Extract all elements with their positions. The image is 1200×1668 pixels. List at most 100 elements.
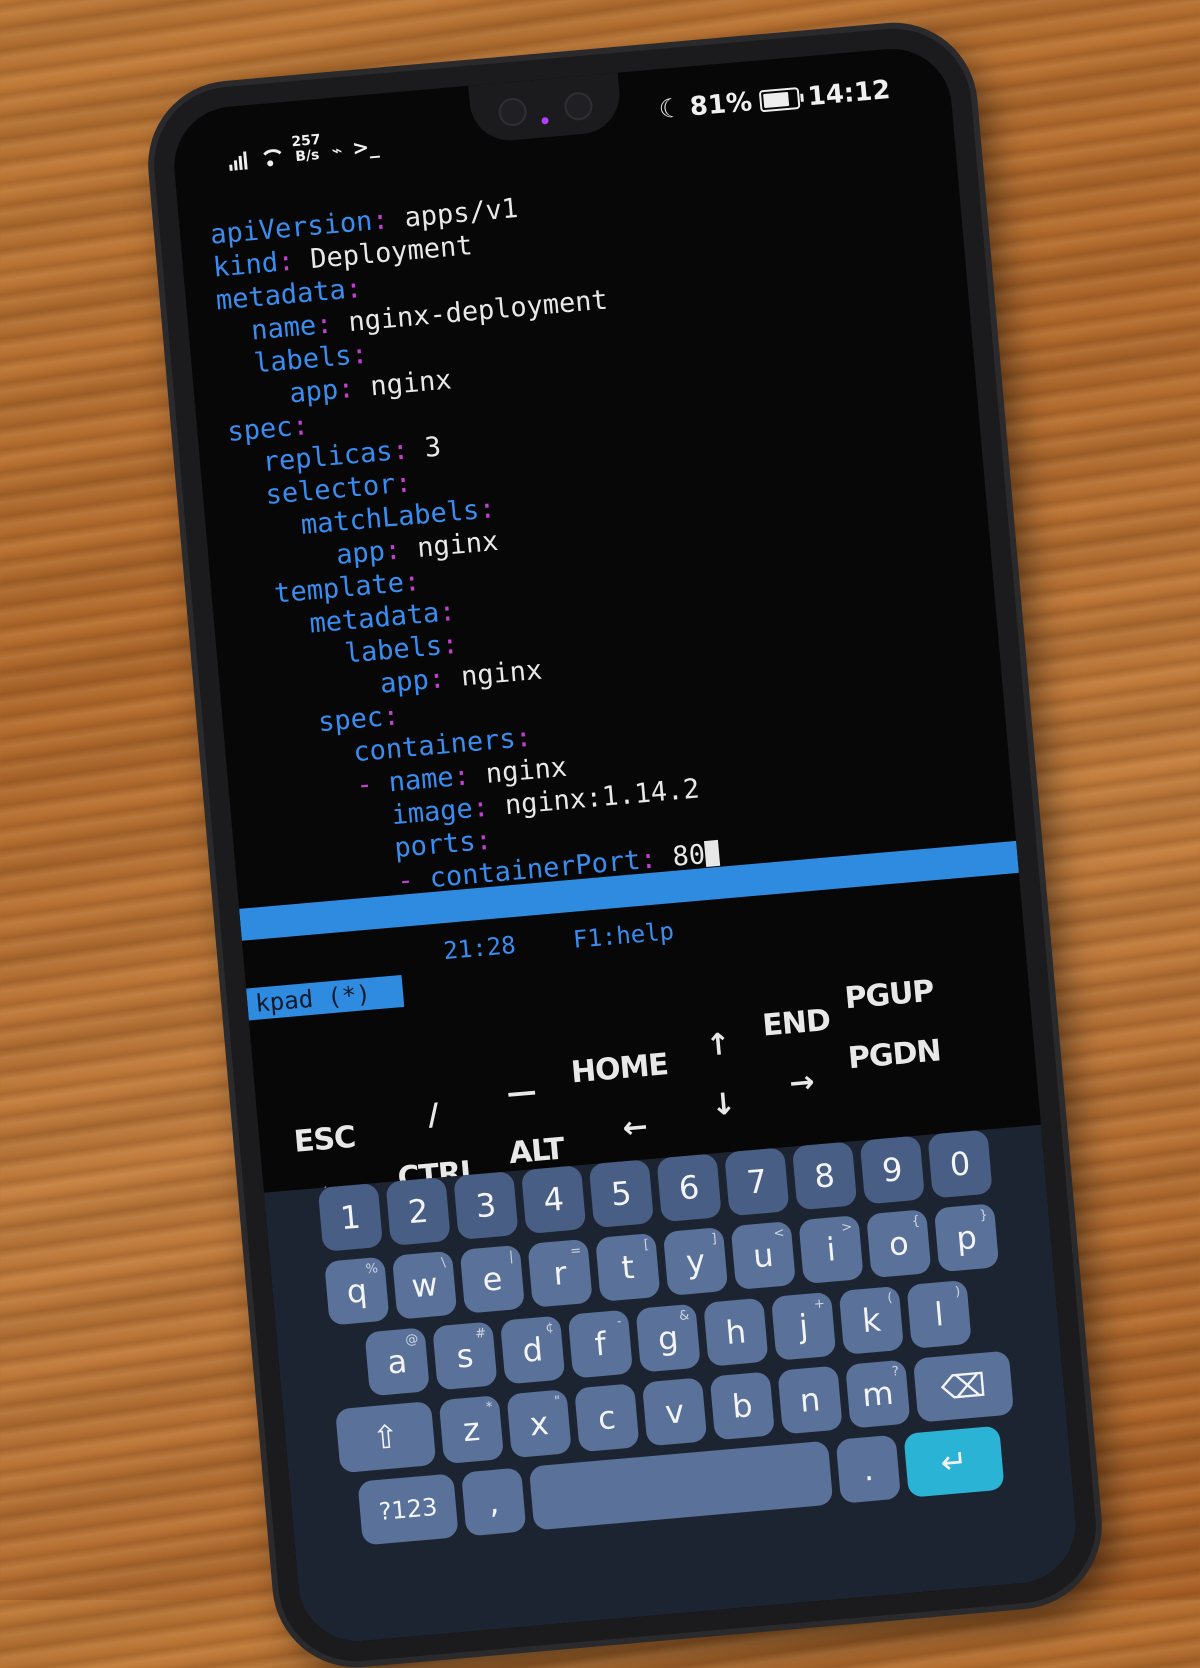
letter-key[interactable]: q% — [324, 1256, 390, 1326]
pgup-key[interactable]: PGUP — [828, 972, 951, 1017]
key-label: l — [933, 1295, 946, 1334]
letter-key[interactable]: h — [703, 1297, 769, 1367]
key-alt-symbol: ¢ — [544, 1320, 555, 1336]
key-alt-symbol: ? — [891, 1364, 900, 1380]
key-label: v — [663, 1392, 686, 1432]
key-label: 8 — [812, 1156, 837, 1196]
letter-key[interactable]: w \ — [391, 1250, 458, 1320]
key-label: b — [730, 1386, 755, 1426]
esc-key[interactable]: ESC — [268, 1118, 381, 1162]
yaml-colon: : — [381, 700, 401, 733]
letter-key[interactable]: g & — [635, 1303, 701, 1373]
key-alt-symbol: ] — [710, 1231, 718, 1247]
number-key[interactable]: 5 — [588, 1159, 655, 1229]
key-label: g — [656, 1318, 680, 1358]
letter-key[interactable]: v — [641, 1377, 708, 1447]
letter-key[interactable]: e | — [459, 1244, 526, 1314]
key-label: u — [751, 1235, 776, 1276]
letter-key[interactable]: o{ — [866, 1209, 932, 1279]
number-key[interactable]: 3 — [453, 1171, 519, 1240]
letter-key[interactable]: b — [709, 1371, 776, 1441]
symbols-key[interactable]: ?123 — [357, 1473, 459, 1546]
key-alt-symbol: = — [569, 1243, 582, 1260]
yaml-key: spec — [316, 701, 385, 739]
letter-key[interactable]: s # — [432, 1321, 498, 1391]
enter-key[interactable]: ↵ — [903, 1425, 1005, 1498]
key-alt-symbol: - — [616, 1314, 623, 1330]
letter-key[interactable]: t[ — [595, 1232, 661, 1302]
yaml-key: name — [387, 761, 455, 799]
letter-key[interactable]: x " — [506, 1389, 572, 1459]
number-key[interactable]: 0 — [927, 1129, 993, 1199]
status-left: 257 B/s ⌁ >_ — [227, 128, 380, 171]
yaml-colon: : — [344, 272, 364, 306]
network-speed: 257 B/s — [291, 132, 323, 165]
number-key[interactable]: 7 — [724, 1147, 790, 1217]
letter-key[interactable]: u < — [730, 1221, 796, 1291]
key-label: 4 — [541, 1179, 566, 1220]
letter-key[interactable]: m? — [845, 1359, 911, 1429]
key-alt-symbol: ( — [886, 1290, 894, 1306]
yaml-key: app — [378, 664, 431, 700]
key-label: i — [824, 1230, 838, 1269]
number-key[interactable]: 1 — [317, 1182, 384, 1252]
key-alt-symbol: [ — [643, 1237, 650, 1253]
letter-key[interactable]: p} — [933, 1203, 1000, 1273]
yaml-indent — [218, 316, 253, 350]
yaml-colon: : — [350, 338, 369, 371]
number-key[interactable]: 2 — [385, 1176, 451, 1246]
letter-key[interactable]: n — [777, 1365, 843, 1435]
space-bar[interactable] — [528, 1440, 834, 1531]
modified-flag: (*) — [326, 979, 372, 1012]
key-label: p — [954, 1217, 979, 1258]
soft-keyboard: 1234567890 q% w \ e | r = t[y] u < i > o{p} a @ s # d ¢ f -… — [263, 1124, 1081, 1647]
key-label: n — [798, 1380, 822, 1420]
key-label: k — [860, 1300, 883, 1341]
key-alt-symbol: ) — [954, 1284, 961, 1300]
shift-key[interactable]: ⇧ — [335, 1401, 437, 1474]
terminal-editor[interactable]: apiVersion: apps/v1 kind: Deployment metad… — [209, 155, 997, 909]
number-key[interactable]: 8 — [791, 1141, 858, 1211]
period-key[interactable]: . — [835, 1434, 902, 1504]
letter-key[interactable]: d ¢ — [499, 1315, 566, 1385]
letter-key[interactable]: k( — [838, 1285, 905, 1355]
yaml-colon: : — [437, 595, 457, 629]
key-label: 3 — [474, 1185, 498, 1226]
number-key[interactable]: 4 — [520, 1165, 587, 1235]
letter-key[interactable]: i > — [798, 1215, 864, 1285]
letter-key[interactable]: r = — [527, 1238, 593, 1308]
yaml-key: spec — [226, 411, 294, 449]
help-hint[interactable]: F1:help — [572, 917, 675, 954]
number-key[interactable]: 9 — [859, 1135, 926, 1205]
cursor-position: 21:28 — [442, 930, 517, 966]
backspace-key[interactable]: ⌫ — [912, 1350, 1015, 1423]
key-label: w — [409, 1265, 440, 1306]
key-alt-symbol: | — [508, 1249, 515, 1265]
letter-key[interactable]: z * — [438, 1395, 505, 1465]
yaml-colon: : — [402, 565, 422, 599]
letter-key[interactable]: a @ — [364, 1327, 430, 1397]
number-key[interactable]: 6 — [656, 1153, 722, 1223]
pgdn-key[interactable]: PGDN — [833, 1032, 956, 1077]
comma-key[interactable]: , — [461, 1467, 527, 1537]
yaml-indent — [235, 510, 302, 547]
phone: 257 B/s ⌁ >_ ☾ 81% 14:12 apiVersion: app… — [147, 22, 1103, 1668]
status-bar: 257 B/s ⌁ >_ ☾ 81% 14:12 — [169, 44, 952, 182]
clock: 14:12 — [806, 75, 892, 113]
editor-name: kpad — [254, 984, 315, 1018]
key-label: m — [860, 1373, 895, 1415]
letter-key[interactable]: l) — [906, 1279, 972, 1349]
letter-key[interactable]: c — [574, 1383, 640, 1453]
yaml-colon: : — [290, 410, 310, 443]
yaml-indent — [252, 707, 319, 744]
letter-key[interactable]: f- — [567, 1309, 634, 1379]
key-alt-symbol: { — [911, 1213, 921, 1230]
status-right: ☾ 81% 14:12 — [657, 75, 891, 125]
letter-key[interactable]: j + — [770, 1291, 837, 1361]
yaml-key: name — [249, 310, 318, 347]
letter-key[interactable]: y] — [662, 1226, 729, 1296]
usb-icon: ⌁ — [330, 140, 344, 162]
notification-led — [541, 116, 549, 125]
yaml-key: app — [288, 374, 340, 410]
key-label: f — [593, 1324, 608, 1364]
